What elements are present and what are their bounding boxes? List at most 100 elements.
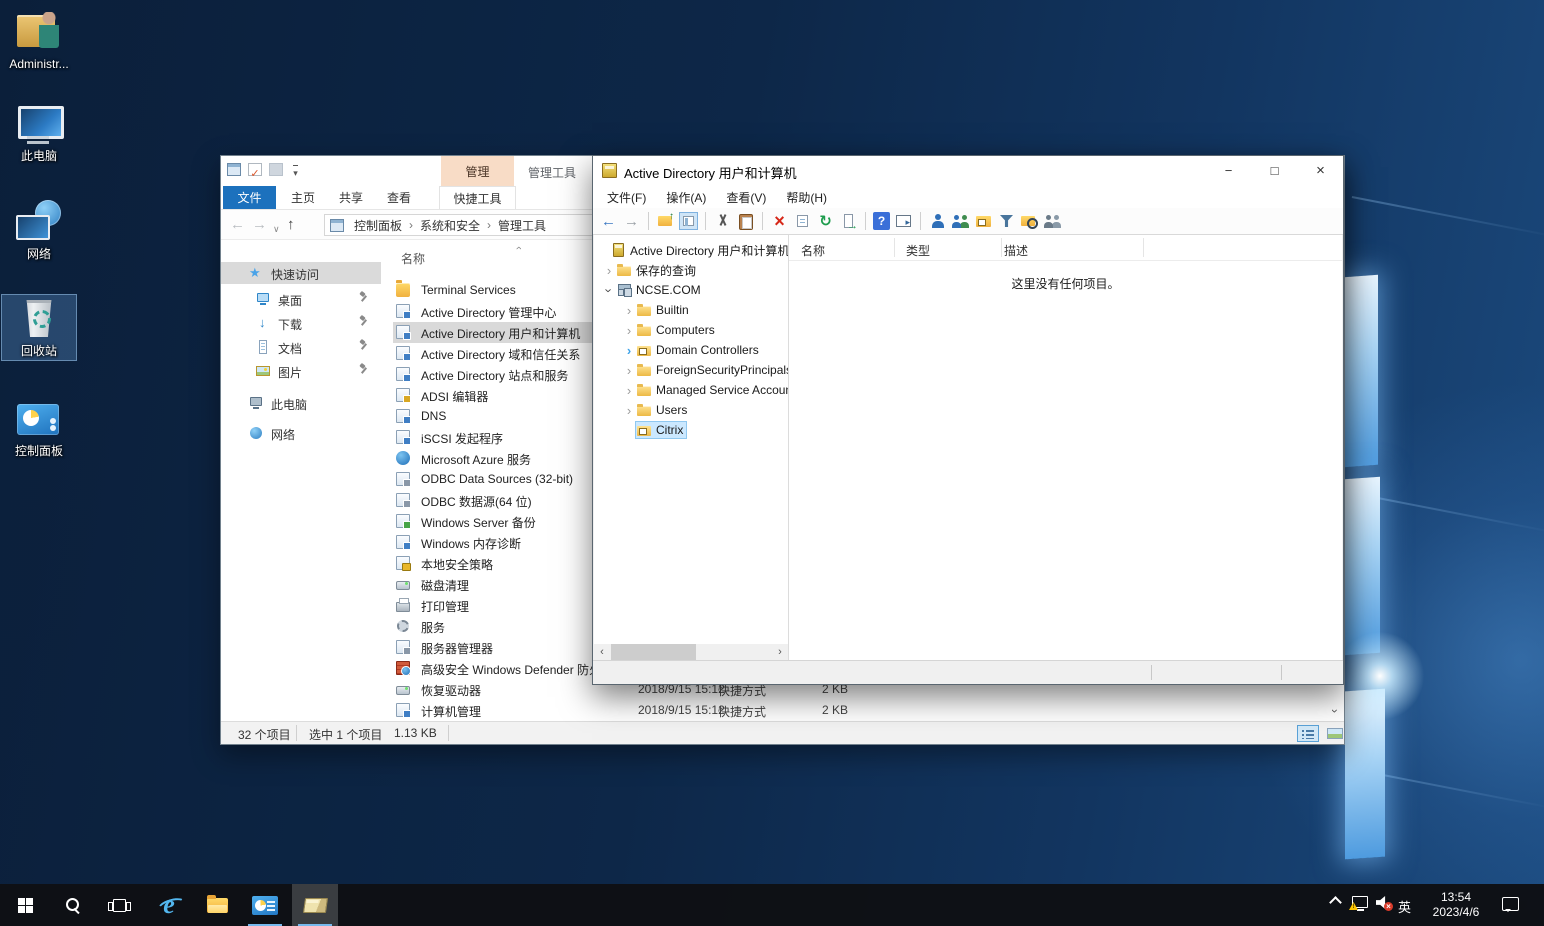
tree-node[interactable]: ›Users xyxy=(594,400,788,420)
cut-button[interactable] xyxy=(713,212,732,230)
task-view-button[interactable] xyxy=(96,884,142,926)
maximize-button[interactable]: □ xyxy=(1252,156,1297,185)
console-tree-button[interactable] xyxy=(679,212,698,230)
checkbox-icon[interactable] xyxy=(248,163,262,176)
breadcrumb-item[interactable]: 管理工具 xyxy=(494,217,550,234)
close-button[interactable]: × xyxy=(1298,156,1343,185)
scroll-right-icon[interactable]: › xyxy=(772,644,788,660)
tree-node[interactable]: ›保存的查询 xyxy=(594,260,788,280)
tab-共享[interactable]: 共享 xyxy=(327,186,375,209)
tree-node[interactable]: Citrix xyxy=(594,420,788,440)
search-button[interactable] xyxy=(50,884,96,926)
ad-console-button[interactable] xyxy=(292,884,338,926)
refresh-button[interactable] xyxy=(816,212,835,230)
members-button[interactable] xyxy=(1043,212,1062,230)
export-list-button[interactable] xyxy=(839,212,858,230)
desktop-icon-network[interactable]: 网络 xyxy=(2,198,76,263)
up-icon[interactable]: ↑ xyxy=(287,215,295,235)
blank-icon[interactable] xyxy=(269,163,283,176)
find-button[interactable] xyxy=(1020,212,1039,230)
tree-chevron-icon[interactable]: › xyxy=(622,303,636,318)
breadcrumb-item[interactable]: 控制面板 xyxy=(350,217,406,234)
back-button[interactable] xyxy=(599,212,618,230)
contextual-tab-manage[interactable]: 管理 xyxy=(441,156,514,186)
tree-horizontal-scrollbar[interactable]: ‹ › xyxy=(594,644,788,660)
app-window-icon[interactable] xyxy=(227,163,241,176)
desktop-icon-administrator[interactable]: Administr... xyxy=(2,8,76,73)
scroll-left-icon[interactable]: ‹ xyxy=(594,644,610,660)
forward-icon[interactable]: → xyxy=(252,215,267,235)
file-item[interactable]: 计算机管理2018/9/15 15:12快捷方式2 KB xyxy=(393,700,953,721)
sidebar-item-this-pc[interactable]: 此电脑 xyxy=(221,392,381,414)
tab-主页[interactable]: 主页 xyxy=(279,186,327,209)
forward-button[interactable] xyxy=(622,212,641,230)
chevron-down-icon[interactable] xyxy=(290,163,301,176)
control-panel-button[interactable] xyxy=(242,884,288,926)
ad-titlebar[interactable]: Active Directory 用户和计算机 − □ × xyxy=(593,156,1343,186)
new-user-button[interactable] xyxy=(928,212,947,230)
menu-item[interactable]: 文件(F) xyxy=(597,189,656,206)
sort-ascending-icon[interactable]: › xyxy=(513,246,525,250)
tree-chevron-icon[interactable]: › xyxy=(622,343,636,358)
sidebar-item-documents[interactable]: 文档 xyxy=(221,336,381,358)
column-type[interactable]: 类型 xyxy=(906,242,930,259)
menu-item[interactable]: 操作(A) xyxy=(656,189,716,206)
desktop-icon-control-panel[interactable]: 控制面板 xyxy=(2,395,76,460)
menu-item[interactable]: 查看(V) xyxy=(716,189,776,206)
tree-chevron-icon[interactable]: › xyxy=(622,323,636,338)
tree-node[interactable]: ›NCSE.COM xyxy=(594,280,788,300)
tree-chevron-icon[interactable]: › xyxy=(602,283,617,297)
details-view-toggle[interactable] xyxy=(1297,725,1319,742)
sidebar-item-desktop[interactable]: 桌面 xyxy=(221,288,381,310)
back-icon[interactable]: ← xyxy=(230,215,245,235)
paste-button[interactable] xyxy=(736,212,755,230)
tree-node[interactable]: Active Directory 用户和计算机 xyxy=(594,240,788,260)
up-folder-button[interactable] xyxy=(656,212,675,230)
column-description[interactable]: 描述 xyxy=(1004,242,1028,259)
desktop-icon-recycle-bin[interactable]: 回收站 xyxy=(2,295,76,360)
filter-button[interactable] xyxy=(997,212,1016,230)
tree-node[interactable]: ›Builtin xyxy=(594,300,788,320)
delete-button[interactable] xyxy=(770,212,789,230)
menu-item[interactable]: 帮助(H) xyxy=(776,189,837,206)
properties-button[interactable] xyxy=(793,212,812,230)
tab-文件[interactable]: 文件 xyxy=(223,186,276,209)
hidden-icons-chevron-icon[interactable] xyxy=(1329,896,1342,909)
file-explorer-button[interactable] xyxy=(194,884,240,926)
tab-查看[interactable]: 查看 xyxy=(375,186,423,209)
new-ou-button[interactable] xyxy=(974,212,993,230)
column-header-name[interactable]: 名称 xyxy=(401,250,425,267)
breadcrumb-item[interactable]: 系统和安全 xyxy=(416,217,484,234)
tree-node[interactable]: ›Domain Controllers xyxy=(594,340,788,360)
tree-node[interactable]: ›Computers xyxy=(594,320,788,340)
thumbnail-view-toggle[interactable] xyxy=(1324,725,1346,742)
input-language-indicator[interactable]: 英 xyxy=(1398,897,1411,916)
tree-chevron-icon[interactable]: › xyxy=(622,363,636,378)
tab-快捷工具[interactable]: 快捷工具 xyxy=(439,186,516,209)
sidebar-item-quick-access[interactable]: 快速访问 xyxy=(221,262,381,284)
start-button[interactable] xyxy=(2,884,48,926)
scrollbar-down-icon[interactable] xyxy=(1327,704,1343,720)
scrollbar-thumb[interactable] xyxy=(611,644,696,660)
tree-node[interactable]: ›ForeignSecurityPrincipals xyxy=(594,360,788,380)
column-name[interactable]: 名称 xyxy=(801,242,825,259)
tree-chevron-icon[interactable]: › xyxy=(622,383,636,398)
desktop-icon-this-pc[interactable]: 此电脑 xyxy=(2,100,76,165)
volume-muted-icon[interactable] xyxy=(1376,896,1390,909)
internet-explorer-button[interactable]: e xyxy=(146,884,192,926)
new-group-button[interactable] xyxy=(951,212,970,230)
show-window-button[interactable] xyxy=(894,212,913,230)
sidebar-item-network[interactable]: 网络 xyxy=(221,422,381,444)
sidebar-item-pictures[interactable]: 图片 xyxy=(221,360,381,382)
tree-chevron-icon[interactable]: › xyxy=(622,403,636,418)
sidebar-item-downloads[interactable]: 下载 xyxy=(221,312,381,334)
network-warning-icon[interactable] xyxy=(1352,896,1368,908)
taskbar-clock[interactable]: 13:54 2023/4/6 xyxy=(1424,890,1488,920)
action-center-icon[interactable] xyxy=(1502,897,1519,911)
ad-users-computers-window: Active Directory 用户和计算机 − □ × 文件(F)操作(A)… xyxy=(592,155,1344,685)
recent-chevron-icon[interactable]: ∨ xyxy=(273,219,280,239)
tree-node[interactable]: ›Managed Service Accounts xyxy=(594,380,788,400)
minimize-button[interactable]: − xyxy=(1206,156,1251,185)
help-button[interactable] xyxy=(873,212,890,230)
tree-chevron-icon[interactable]: › xyxy=(602,263,616,278)
